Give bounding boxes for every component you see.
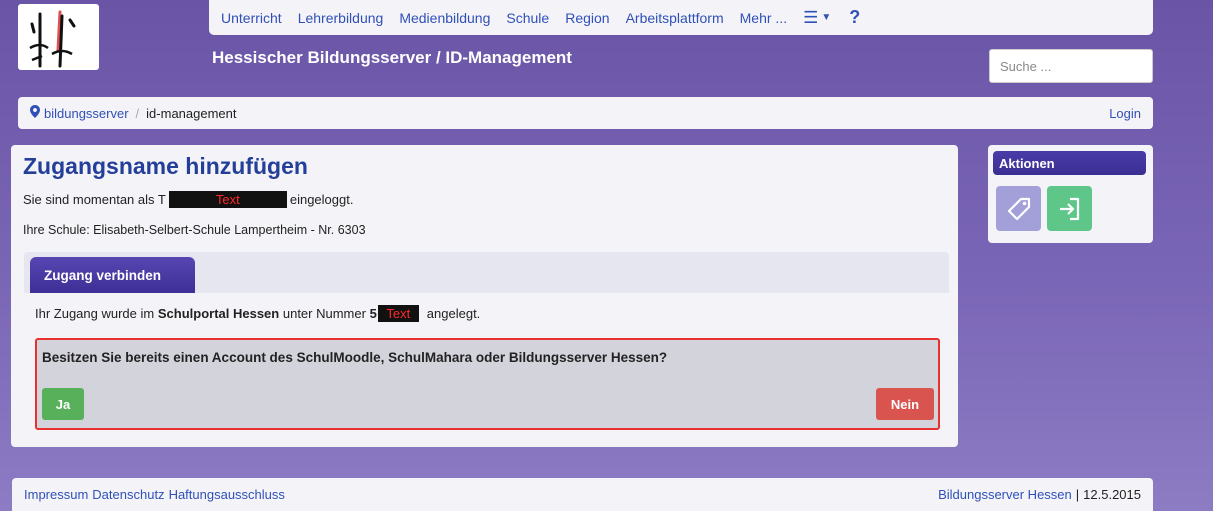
site-title: Hessischer Bildungsserver / ID-Managemen… [212,48,572,67]
login-link[interactable]: Login [1109,106,1141,121]
footer-separator: | [1075,487,1080,502]
logged-in-status: Sie sind momentan als T Text eingeloggt. [23,191,353,208]
redacted-number: Text [377,305,419,322]
info-suffix: angelegt. [426,306,481,321]
nav-item-medienbildung[interactable]: Medienbildung [399,10,490,26]
caret-down-icon[interactable]: ▼ [821,12,831,23]
nav-item-unterricht[interactable]: Unterricht [221,10,282,26]
redacted-username: Text [168,191,287,208]
footer-link-bildungsserver[interactable]: Bildungsserver Hessen [938,487,1072,502]
no-button[interactable]: Nein [876,388,934,420]
footer: Impressum Datenschutz Haftungsausschluss… [12,478,1153,511]
school-info: Ihre Schule: Elisabeth-Selbert-Schule La… [23,223,366,237]
info-middle: unter Nummer [282,306,366,321]
page-title: Zugangsname hinzufügen [23,153,308,179]
yes-button[interactable]: Ja [42,388,84,420]
breadcrumb-separator: / [135,105,140,121]
site-logo[interactable] [18,4,99,70]
breadcrumb-link-bildungsserver[interactable]: bildungsserver [44,106,129,121]
main-panel: Zugangsname hinzufügen Sie sind momentan… [11,145,958,447]
sign-in-icon [1059,197,1079,220]
footer-link-haftungsausschluss[interactable]: Haftungsausschluss [169,487,285,502]
actions-panel: Aktionen [988,145,1153,243]
breadcrumb-current: id-management [146,105,237,121]
nav-item-arbeitsplattform[interactable]: Arbeitsplattform [626,10,724,26]
top-navigation: Unterricht Lehrerbildung Medienbildung S… [209,0,1153,35]
logged-in-prefix: Sie sind momentan als T [23,192,166,207]
nav-item-region[interactable]: Region [565,10,609,26]
account-info: Ihr Zugang wurde im Schulportal Hessen u… [35,305,480,322]
tab-container: Zugang verbinden Ihr Zugang wurde im Sch… [24,252,949,435]
tab-zugang-verbinden[interactable]: Zugang verbinden [30,257,195,293]
sign-in-button[interactable] [1047,186,1092,231]
footer-right: Bildungsserver Hessen | 12.5.2015 [938,487,1141,502]
nav-item-lehrerbildung[interactable]: Lehrerbildung [298,10,384,26]
footer-date: 12.5.2015 [1083,487,1141,502]
info-number-start: 5 [369,306,377,321]
map-marker-icon [30,105,40,121]
breadcrumb: bildungsserver / id-management Login [18,97,1153,129]
help-button[interactable]: ? [849,7,860,28]
tab-content: Ihr Zugang wurde im Schulportal Hessen u… [24,293,949,435]
footer-link-impressum[interactable]: Impressum [24,487,88,502]
info-portal: Schulportal Hessen [157,306,280,321]
info-prefix: Ihr Zugang wurde im [35,306,155,321]
hamburger-menu-icon[interactable]: ☰ [803,8,818,28]
logged-in-suffix: eingeloggt. [289,192,354,207]
search-input[interactable] [989,49,1153,83]
tag-button[interactable] [996,186,1041,231]
nav-item-schule[interactable]: Schule [506,10,549,26]
nav-item-mehr[interactable]: Mehr ... [740,10,787,26]
logo-graphic [29,10,76,68]
actions-header: Aktionen [993,151,1146,175]
account-question-box: Besitzen Sie bereits einen Account des S… [35,338,940,430]
footer-link-datenschutz[interactable]: Datenschutz [92,487,164,502]
account-question: Besitzen Sie bereits einen Account des S… [42,350,668,365]
tag-icon [1007,197,1030,220]
